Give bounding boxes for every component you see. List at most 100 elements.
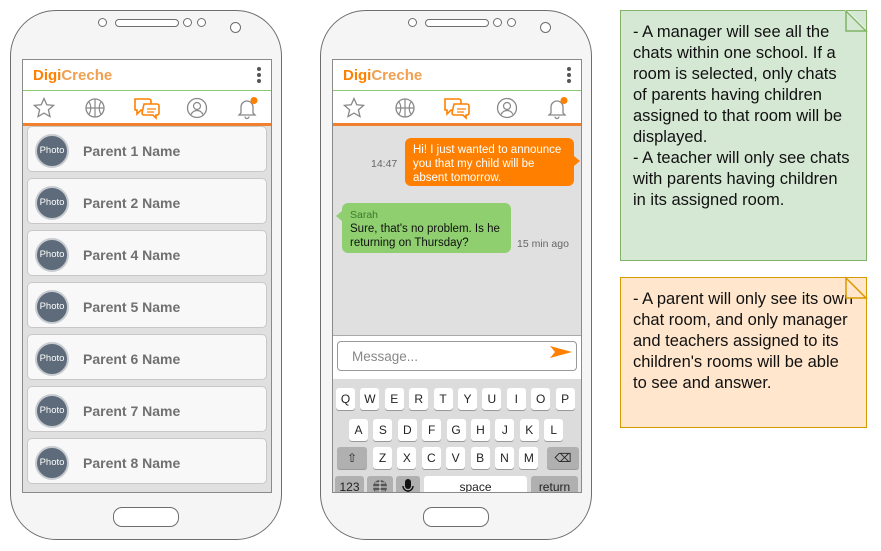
more-options-icon[interactable] <box>567 67 571 85</box>
profile-icon[interactable] <box>495 96 519 120</box>
nav-bar <box>333 91 581 126</box>
key-z[interactable]: Z <box>373 447 392 469</box>
message-area: 14:47 Hi! I just wanted to announce you … <box>333 126 581 334</box>
message-input[interactable]: Message... <box>337 341 577 371</box>
basketball-icon[interactable] <box>393 96 417 120</box>
key-f[interactable]: F <box>422 419 442 441</box>
phone-camera <box>540 22 551 33</box>
list-item[interactable]: Photo Parent 5 Name <box>27 282 267 328</box>
chat-icon[interactable] <box>133 96 161 120</box>
phone-speaker <box>425 19 489 27</box>
parent-name: Parent 1 Name <box>83 143 181 159</box>
backspace-key[interactable]: ⌫ <box>547 447 579 469</box>
emoji-key[interactable] <box>367 476 393 492</box>
note-text: - A manager will see all the chats withi… <box>633 23 850 209</box>
shift-key[interactable]: ⇧ <box>337 447 367 469</box>
avatar: Photo <box>35 446 69 480</box>
space-key[interactable]: space <box>424 476 527 492</box>
profile-icon[interactable] <box>185 96 209 120</box>
parent-name: Parent 7 Name <box>83 403 181 419</box>
phone-chat-list: DigiCreche Photo Parent 1 Name Photo Paren… <box>10 10 282 540</box>
send-icon[interactable] <box>549 345 573 359</box>
list-item[interactable]: Photo Parent 6 Name <box>27 334 267 380</box>
key-a[interactable]: A <box>349 419 368 441</box>
brand-part2: Creche <box>371 67 423 84</box>
chat-list: Photo Parent 1 Name Photo Parent 2 Name Ph… <box>27 126 267 490</box>
parent-name: Parent 8 Name <box>83 455 181 471</box>
screen: DigiCreche 14:47 Hi! I just wanted to an… <box>332 59 582 493</box>
microphone-key[interactable] <box>396 476 420 492</box>
more-options-icon[interactable] <box>257 67 261 85</box>
bell-icon[interactable] <box>545 96 569 120</box>
note-manager-teacher: - A manager will see all the chats withi… <box>620 9 868 261</box>
list-item[interactable]: Photo Parent 4 Name <box>27 230 267 276</box>
star-icon[interactable] <box>342 96 366 120</box>
note-text: - A parent will only see its own chat ro… <box>633 290 858 392</box>
avatar: Photo <box>35 238 69 272</box>
key-j[interactable]: J <box>495 419 515 441</box>
avatar: Photo <box>35 342 69 376</box>
phone-conversation: DigiCreche 14:47 Hi! I just wanted to an… <box>320 10 592 540</box>
note-fold-icon <box>845 276 868 299</box>
list-item[interactable]: Photo Parent 7 Name <box>27 386 267 432</box>
brand-part2: Creche <box>61 67 113 84</box>
parent-name: Parent 4 Name <box>83 247 181 263</box>
phone-sensor <box>98 18 107 27</box>
key-l[interactable]: L <box>544 419 564 441</box>
outgoing-message: Hi! I just wanted to announce you that m… <box>405 138 580 186</box>
key-b[interactable]: B <box>470 447 490 469</box>
key-c[interactable]: C <box>421 447 441 469</box>
key-x[interactable]: X <box>397 447 417 469</box>
key-g[interactable]: G <box>446 419 466 441</box>
list-item[interactable]: Photo Parent 2 Name <box>27 178 267 224</box>
app-bar: DigiCreche <box>23 60 271 91</box>
key-u[interactable]: U <box>482 388 502 410</box>
key-r[interactable]: R <box>409 388 429 410</box>
phone-speaker <box>115 19 179 27</box>
parent-name: Parent 6 Name <box>83 351 181 367</box>
key-n[interactable]: N <box>495 447 514 469</box>
return-key[interactable]: return <box>531 476 578 492</box>
key-v[interactable]: V <box>446 447 466 469</box>
key-t[interactable]: T <box>433 388 453 410</box>
key-s[interactable]: S <box>373 419 393 441</box>
basketball-icon[interactable] <box>83 96 107 120</box>
parent-name: Parent 5 Name <box>83 299 181 315</box>
key-m[interactable]: M <box>519 447 539 469</box>
home-button[interactable] <box>423 507 489 527</box>
key-y[interactable]: Y <box>458 388 477 410</box>
key-e[interactable]: E <box>384 388 404 410</box>
key-q[interactable]: Q <box>336 388 355 410</box>
key-i[interactable]: I <box>506 388 526 410</box>
phone-sensor <box>197 18 206 27</box>
incoming-text: Sure, that's no problem. Is he returning… <box>350 223 500 249</box>
key-w[interactable]: W <box>360 388 380 410</box>
incoming-message: Sarah Sure, that's no problem. Is he ret… <box>336 203 511 253</box>
bell-icon[interactable] <box>235 96 259 120</box>
numbers-key[interactable]: 123 <box>335 476 364 492</box>
phone-sensor <box>183 18 192 27</box>
home-button[interactable] <box>113 507 179 527</box>
globe-icon <box>373 480 387 492</box>
key-d[interactable]: D <box>397 419 417 441</box>
key-k[interactable]: K <box>519 419 539 441</box>
avatar: Photo <box>35 290 69 324</box>
brand-part1: Digi <box>343 67 372 84</box>
app-bar: DigiCreche <box>333 60 581 91</box>
phone-sensor <box>493 18 502 27</box>
star-icon[interactable] <box>32 96 56 120</box>
composer: Message... <box>333 335 581 380</box>
key-h[interactable]: H <box>471 419 490 441</box>
screen: DigiCreche Photo Parent 1 Name Photo Paren… <box>22 59 272 493</box>
phone-sensor <box>408 18 417 27</box>
sender-name: Sarah <box>350 209 379 221</box>
note-fold-icon <box>844 9 868 32</box>
chat-icon[interactable] <box>443 96 471 120</box>
list-item[interactable]: Photo Parent 1 Name <box>27 126 267 172</box>
key-o[interactable]: O <box>531 388 551 410</box>
key-p[interactable]: P <box>555 388 575 410</box>
keyboard: QWERTYUIOP ASDFGHJKL ZXCVBNM ⇧ ⌫ 123 spa… <box>333 379 581 492</box>
list-item[interactable]: Photo Parent 8 Name <box>27 438 267 484</box>
avatar: Photo <box>35 394 69 428</box>
brand-part1: Digi <box>33 67 62 84</box>
